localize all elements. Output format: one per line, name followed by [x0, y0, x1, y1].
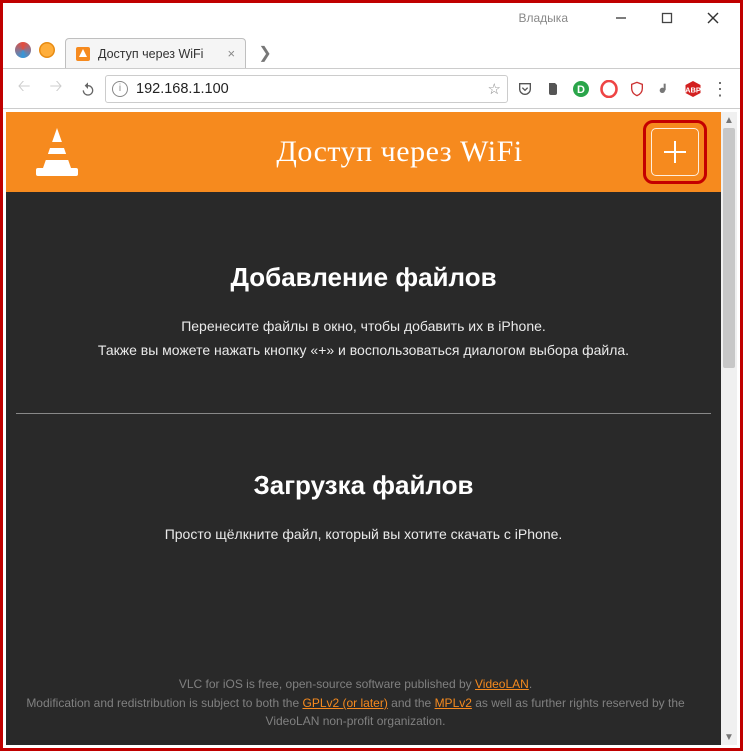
page-header: Доступ через WiFi [6, 112, 721, 192]
shield-extension-icon[interactable] [626, 78, 648, 100]
url-text: 192.168.1.100 [136, 81, 484, 97]
window-owner-label: Владыка [519, 11, 569, 25]
tab-close-icon[interactable]: × [227, 46, 235, 61]
download-heading: Загрузка файлов [34, 470, 693, 501]
nav-back-button[interactable]: 🡠 [9, 74, 39, 104]
toolbar: 🡠 🡢 i 192.168.1.100 ☆ D ABP ⋮ [3, 69, 740, 109]
window-minimize-button[interactable] [598, 4, 644, 32]
tab-title: Доступ через WiFi [98, 47, 203, 61]
pocket-extension-icon[interactable] [514, 78, 536, 100]
scroll-down-icon[interactable]: ▼ [721, 729, 737, 745]
scroll-up-icon[interactable]: ▲ [721, 112, 737, 128]
svg-text:ABP: ABP [685, 85, 701, 94]
key-extension-icon[interactable] [654, 78, 676, 100]
upload-heading: Добавление файлов [34, 262, 693, 293]
vlc-cone-icon [36, 128, 78, 176]
download-text-1: Просто щёлкните файл, который вы хотите … [34, 523, 693, 547]
address-bar[interactable]: i 192.168.1.100 ☆ [105, 75, 508, 103]
browser-menu-button[interactable]: ⋮ [706, 86, 734, 92]
green-extension-icon[interactable]: D [570, 78, 592, 100]
download-section: Загрузка файлов Просто щёлкните файл, ко… [6, 414, 721, 607]
window-maximize-button[interactable] [644, 4, 690, 32]
adblock-extension-icon[interactable]: ABP [682, 78, 704, 100]
orange-icon[interactable] [39, 42, 55, 58]
window-titlebar: Владыка [3, 3, 740, 33]
page-viewport: Доступ через WiFi Добавление файлов Пере… [6, 112, 737, 745]
browser-tab[interactable]: Доступ через WiFi × [65, 38, 246, 68]
bookmark-star-icon[interactable]: ☆ [488, 80, 501, 98]
nav-reload-button[interactable] [73, 74, 103, 104]
footer-link-gpl[interactable]: GPLv2 (or later) [302, 696, 387, 710]
svg-text:D: D [577, 84, 585, 96]
evernote-extension-icon[interactable] [542, 78, 564, 100]
window-close-button[interactable] [690, 4, 736, 32]
add-file-button[interactable] [651, 128, 699, 176]
page-title: Доступ через WiFi [78, 135, 721, 169]
site-info-icon[interactable]: i [112, 81, 128, 97]
scrollbar-thumb[interactable] [723, 128, 735, 368]
add-button-highlight [643, 120, 707, 184]
page-footer: VLC for iOS is free, open-source softwar… [6, 665, 705, 745]
upload-section[interactable]: Добавление файлов Перенесите файлы в окн… [6, 192, 721, 413]
nav-forward-button[interactable]: 🡢 [41, 74, 71, 104]
footer-link-mpl[interactable]: MPLv2 [435, 696, 472, 710]
upload-text-1: Перенесите файлы в окно, чтобы добавить … [34, 315, 693, 339]
tab-strip: Доступ через WiFi × ❯ [3, 33, 740, 69]
profile-icon[interactable] [15, 42, 31, 58]
new-tab-button[interactable]: ❯ [254, 42, 276, 64]
opera-extension-icon[interactable] [598, 78, 620, 100]
vertical-scrollbar[interactable]: ▲ ▼ [721, 112, 737, 745]
footer-link-videolan[interactable]: VideoLAN [475, 677, 529, 691]
vlc-favicon-icon [76, 47, 90, 61]
upload-text-2: Также вы можете нажать кнопку «+» и восп… [34, 339, 693, 363]
